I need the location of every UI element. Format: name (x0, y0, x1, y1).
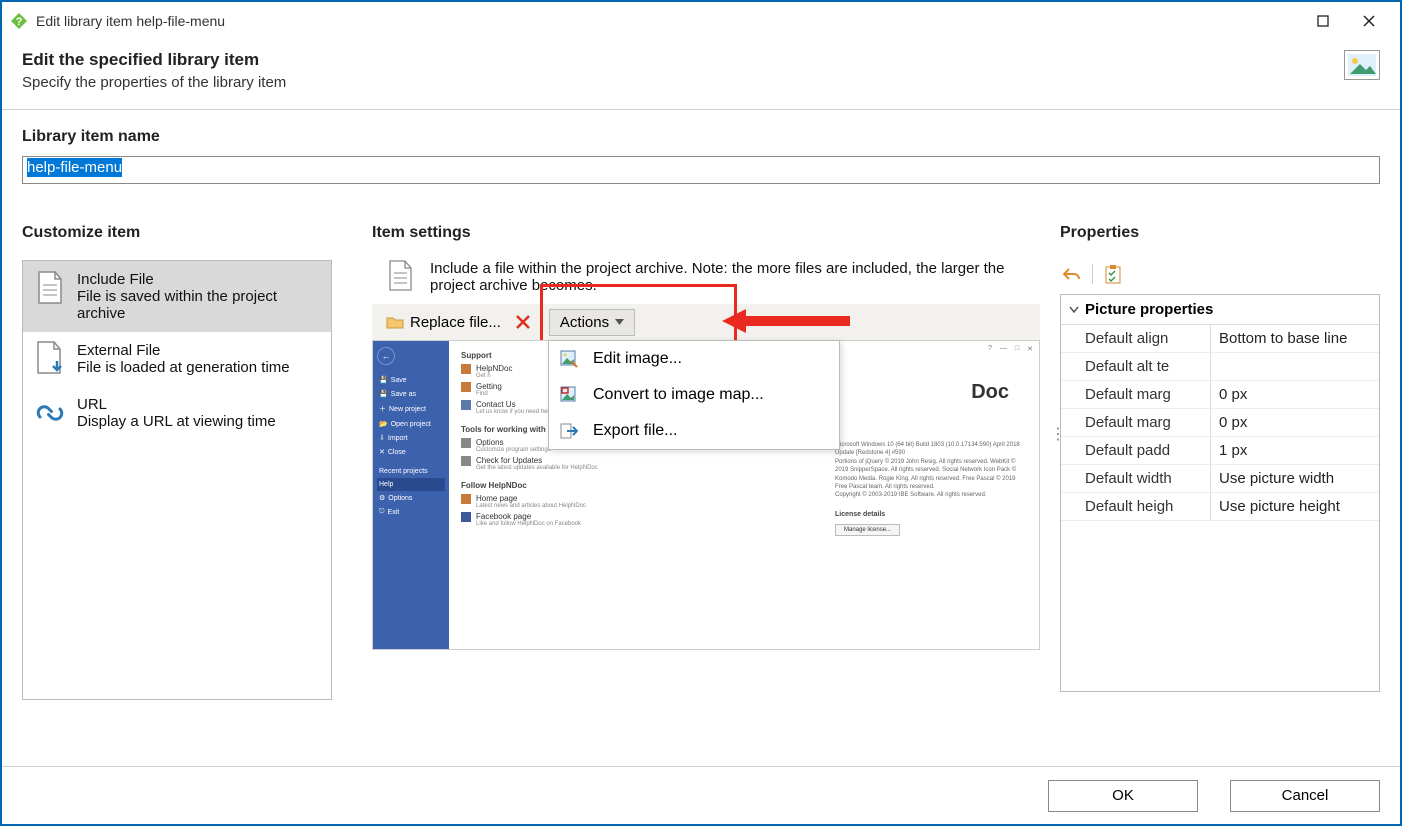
delete-icon[interactable] (515, 314, 531, 330)
customize-item-include[interactable]: Include File File is saved within the pr… (23, 261, 331, 332)
export-icon (559, 421, 579, 441)
name-label: Library item name (22, 128, 1380, 146)
undo-button[interactable] (1060, 262, 1084, 286)
customize-title: Customize item (22, 224, 332, 242)
customize-list: Include File File is saved within the pr… (22, 260, 332, 700)
actions-menu: Edit image... Convert to image map... Ex… (548, 340, 840, 450)
settings-description: Include a file within the project archiv… (430, 260, 1024, 296)
chevron-down-icon (1069, 306, 1079, 313)
properties-group[interactable]: Picture properties (1061, 295, 1379, 325)
customize-item-url[interactable]: URL Display a URL at viewing time (23, 386, 331, 440)
dialog-header: Edit the specified library item Specify … (2, 40, 1400, 110)
link-icon (33, 396, 67, 430)
picture-icon (1344, 50, 1380, 80)
properties-grid: Picture properties Default alignBottom t… (1060, 294, 1380, 692)
image-map-icon (559, 385, 579, 405)
dialog-footer: OK Cancel (2, 766, 1400, 824)
window-title: Edit library item help-file-menu (36, 13, 225, 29)
folder-icon (386, 315, 404, 329)
resize-handle[interactable]: ⋮ (1050, 424, 1066, 444)
cancel-button[interactable]: Cancel (1230, 780, 1380, 812)
menu-edit-image[interactable]: Edit image... (549, 341, 839, 377)
property-row[interactable]: Default heighUse picture height (1061, 493, 1379, 521)
header-title: Edit the specified library item (22, 50, 1344, 70)
property-row[interactable]: Default widthUse picture width (1061, 465, 1379, 493)
edit-image-icon (559, 349, 579, 369)
header-subtitle: Specify the properties of the library it… (22, 74, 1344, 91)
menu-convert-image-map[interactable]: Convert to image map... (549, 377, 839, 413)
close-button[interactable] (1346, 6, 1392, 36)
file-download-icon (33, 342, 67, 376)
back-icon: ← (377, 347, 395, 365)
settings-toolbar: Replace file... Actions Edit image... (372, 304, 1040, 340)
property-row[interactable]: Default marg0 px (1061, 381, 1379, 409)
maximize-button[interactable] (1300, 6, 1346, 36)
chevron-down-icon (615, 319, 624, 325)
property-row[interactable]: Default padd1 px (1061, 437, 1379, 465)
name-input[interactable]: help-file-menu (22, 156, 1380, 184)
replace-file-button[interactable]: Replace file... (378, 310, 509, 335)
ok-button[interactable]: OK (1048, 780, 1198, 812)
file-icon (388, 260, 418, 296)
menu-export-file[interactable]: Export file... (549, 413, 839, 449)
property-row[interactable]: Default alt te (1061, 353, 1379, 381)
app-icon: ? (10, 12, 28, 30)
actions-button[interactable]: Actions (549, 309, 635, 336)
svg-text:?: ? (16, 16, 23, 28)
annotation-arrow (722, 306, 852, 336)
titlebar: ? Edit library item help-file-menu (2, 2, 1400, 40)
customize-item-external[interactable]: External File File is loaded at generati… (23, 332, 331, 386)
file-icon (33, 271, 67, 305)
properties-title: Properties (1060, 224, 1380, 242)
property-row[interactable]: Default marg0 px (1061, 409, 1379, 437)
settings-title: Item settings (372, 224, 1040, 242)
checklist-button[interactable] (1101, 262, 1125, 286)
property-row[interactable]: Default alignBottom to base line (1061, 325, 1379, 353)
